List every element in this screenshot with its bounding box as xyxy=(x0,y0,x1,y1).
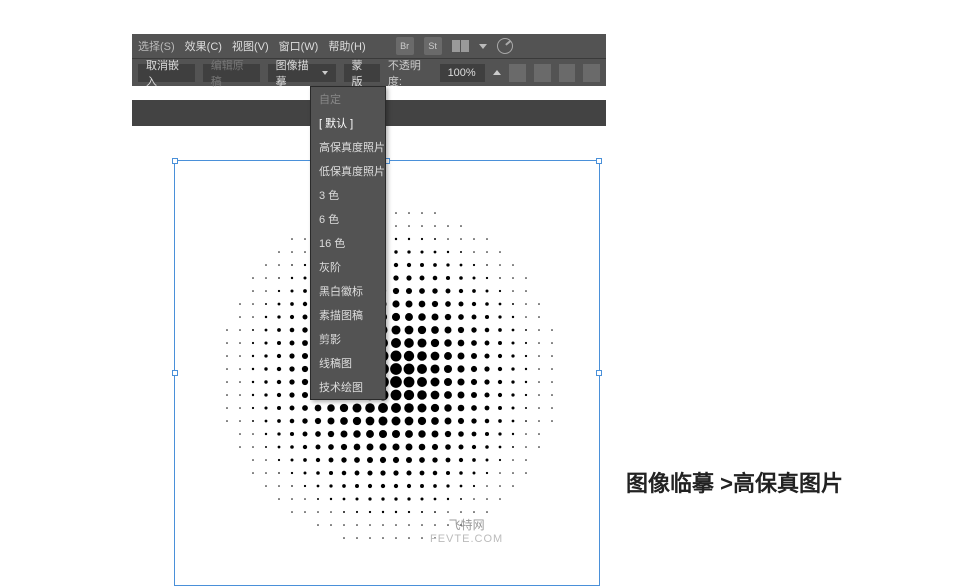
preset-item-9[interactable]: 素描图稿 xyxy=(311,303,385,327)
halftone-artwork xyxy=(214,200,564,550)
menu-select[interactable]: 选择(S) xyxy=(138,38,175,54)
menu-window[interactable]: 窗口(W) xyxy=(279,38,319,54)
image-trace-preset-menu: 自定[ 默认 ]高保真度照片低保真度照片3 色6 色16 色灰阶黑白徽标素描图稿… xyxy=(310,86,386,400)
annotation-caption: 图像临摹 >高保真图片 xyxy=(626,466,843,498)
align-icon-3[interactable] xyxy=(559,64,576,82)
preset-item-5[interactable]: 6 色 xyxy=(311,207,385,231)
bridge-icon[interactable]: Br xyxy=(396,37,414,55)
chevron-down-icon xyxy=(322,71,328,75)
stock-icon[interactable]: St xyxy=(424,37,442,55)
opacity-slider-icon[interactable] xyxy=(493,70,501,75)
arrange-dropdown-icon[interactable] xyxy=(479,44,487,49)
watermark: 飞特网 FEVTE.COM xyxy=(430,516,503,545)
preset-item-1[interactable]: [ 默认 ] xyxy=(311,111,385,135)
preset-item-11[interactable]: 线稿图 xyxy=(311,351,385,375)
layout-icon[interactable] xyxy=(452,40,469,52)
handle-mid-left[interactable] xyxy=(172,370,178,376)
preset-item-0[interactable]: 自定 xyxy=(311,87,385,111)
menu-effect[interactable]: 效果(C) xyxy=(185,38,222,54)
preset-item-2[interactable]: 高保真度照片 xyxy=(311,135,385,159)
watermark-line2: FEVTE.COM xyxy=(430,533,503,545)
menu-help[interactable]: 帮助(H) xyxy=(328,38,365,54)
handle-mid-right[interactable] xyxy=(596,370,602,376)
preset-item-6[interactable]: 16 色 xyxy=(311,231,385,255)
preset-item-3[interactable]: 低保真度照片 xyxy=(311,159,385,183)
align-icon-2[interactable] xyxy=(534,64,551,82)
edit-original-button: 编辑原稿 xyxy=(203,64,260,82)
mask-button[interactable]: 蒙版 xyxy=(344,64,380,82)
watermark-line1: 飞特网 xyxy=(430,516,503,533)
align-icon-1[interactable] xyxy=(509,64,526,82)
opacity-label: 不透明度: xyxy=(388,57,432,89)
handle-top-right[interactable] xyxy=(596,158,602,164)
preset-item-10[interactable]: 剪影 xyxy=(311,327,385,351)
menubar: 选择(S) 效果(C) 视图(V) 窗口(W) 帮助(H) Br St xyxy=(132,34,606,58)
preset-item-4[interactable]: 3 色 xyxy=(311,183,385,207)
options-bar: 取消嵌入 编辑原稿 图像描摹 蒙版 不透明度: 100% xyxy=(132,58,606,86)
gauge-icon[interactable] xyxy=(497,38,513,54)
align-icon-4[interactable] xyxy=(583,64,600,82)
menu-view[interactable]: 视图(V) xyxy=(232,38,269,54)
image-trace-dropdown[interactable]: 图像描摹 xyxy=(268,64,336,82)
preset-item-7[interactable]: 灰阶 xyxy=(311,255,385,279)
handle-top-left[interactable] xyxy=(172,158,178,164)
cancel-embed-button[interactable]: 取消嵌入 xyxy=(138,64,195,82)
opacity-field[interactable]: 100% xyxy=(440,64,486,82)
preset-item-8[interactable]: 黑白徽标 xyxy=(311,279,385,303)
preset-item-12[interactable]: 技术绘图 xyxy=(311,375,385,399)
